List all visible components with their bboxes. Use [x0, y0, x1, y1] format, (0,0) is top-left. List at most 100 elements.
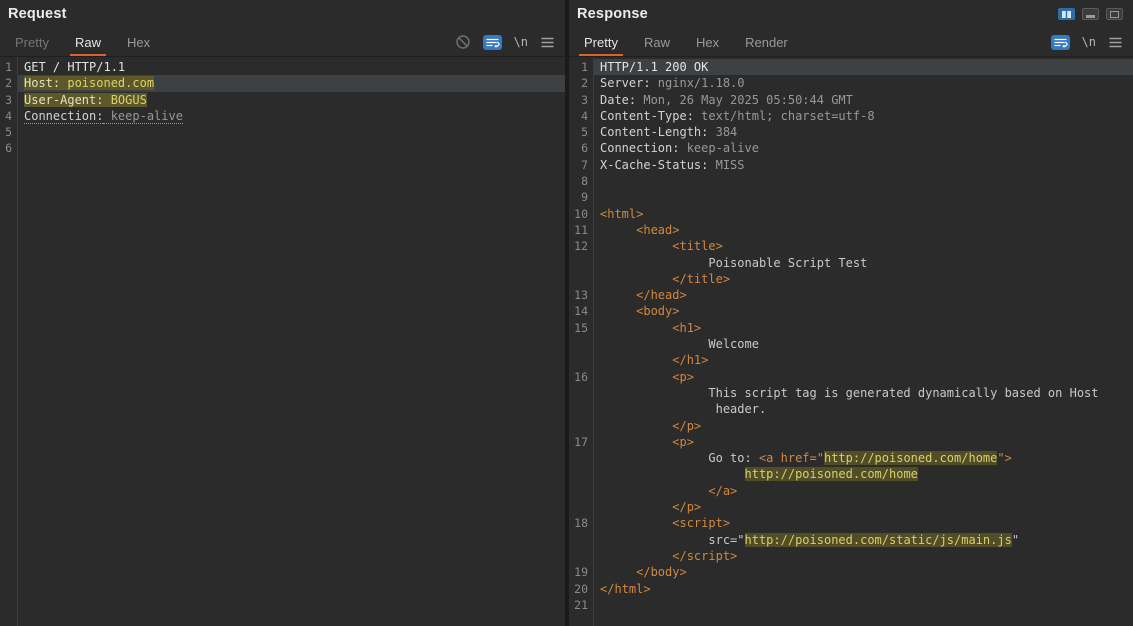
code-line[interactable] — [594, 597, 1133, 613]
code-line[interactable]: </script> — [594, 548, 1133, 564]
code-line[interactable] — [594, 189, 1133, 205]
code-segment: <script> — [600, 516, 730, 530]
code-line[interactable]: Connection: keep-alive — [18, 108, 565, 124]
code-line[interactable]: User-Agent: BOGUS — [18, 92, 565, 108]
line-number — [569, 385, 593, 401]
line-number — [569, 418, 593, 434]
code-segment: Mon, 26 May 2025 05:50:44 GMT — [636, 93, 853, 107]
single-panel-icon[interactable] — [1106, 8, 1123, 20]
tab-pretty[interactable]: Pretty — [571, 28, 631, 56]
response-toolbar: \n — [1051, 28, 1133, 56]
code-segment: </a> — [708, 484, 737, 498]
http-message-viewer: Request PrettyRawHex — [0, 0, 1133, 626]
line-number: 21 — [569, 597, 593, 613]
code-segment: keep-alive — [103, 109, 182, 124]
code-line[interactable] — [18, 124, 565, 140]
line-number: 10 — [569, 206, 593, 222]
newline-icon[interactable]: \n — [1082, 35, 1096, 49]
line-number: 1 — [0, 59, 17, 75]
code-line[interactable]: Welcome — [594, 336, 1133, 352]
code-line[interactable]: Poisonable Script Test — [594, 255, 1133, 271]
code-line[interactable]: <head> — [594, 222, 1133, 238]
code-segment: http://poisoned.com/home — [824, 451, 997, 465]
code-line[interactable]: </body> — [594, 564, 1133, 580]
request-code-area[interactable]: GET / HTTP/1.1Host: poisoned.comUser-Age… — [18, 57, 565, 626]
code-segment: http://poisoned.com/home — [745, 467, 918, 481]
response-tabbar: PrettyRawHexRender \n — [569, 28, 1133, 57]
line-number: 16 — [569, 369, 593, 385]
code-segment: <title> — [600, 239, 723, 253]
code-line[interactable]: X-Cache-Status: MISS — [594, 157, 1133, 173]
code-segment: Host: — [24, 76, 67, 90]
code-line[interactable]: <script> — [594, 515, 1133, 531]
code-line[interactable]: GET / HTTP/1.1 — [18, 59, 565, 75]
line-number — [569, 499, 593, 515]
columns-layout-icon[interactable] — [1058, 8, 1075, 20]
menu-icon[interactable] — [540, 36, 555, 49]
line-number: 5 — [0, 124, 17, 140]
code-segment: Go to: — [600, 451, 759, 465]
code-line[interactable]: Go to: <a href="http://poisoned.com/home… — [594, 450, 1133, 466]
code-line[interactable]: </p> — [594, 418, 1133, 434]
code-line[interactable] — [594, 173, 1133, 189]
line-number: 9 — [569, 189, 593, 205]
code-line[interactable]: <title> — [594, 238, 1133, 254]
code-segment: </head> — [600, 288, 687, 302]
code-line[interactable]: Server: nginx/1.18.0 — [594, 75, 1133, 91]
tab-raw[interactable]: Raw — [631, 28, 683, 56]
newline-icon[interactable]: \n — [514, 35, 528, 49]
response-panel-header: Response — [569, 0, 1133, 28]
code-segment — [600, 500, 672, 514]
code-line[interactable]: </html> — [594, 581, 1133, 597]
code-line[interactable]: Date: Mon, 26 May 2025 05:50:44 GMT — [594, 92, 1133, 108]
line-number — [569, 336, 593, 352]
soft-wrap-icon[interactable] — [483, 35, 502, 50]
code-line[interactable]: This script tag is generated dynamically… — [594, 385, 1133, 401]
code-line[interactable]: Host: poisoned.com — [18, 75, 565, 91]
code-segment: Connection: — [24, 109, 103, 124]
line-number — [569, 255, 593, 271]
request-editor[interactable]: 123456 GET / HTTP/1.1Host: poisoned.comU… — [0, 57, 565, 626]
tab-pretty[interactable]: Pretty — [2, 28, 62, 56]
code-line[interactable]: Content-Type: text/html; charset=utf-8 — [594, 108, 1133, 124]
soft-wrap-icon[interactable] — [1051, 35, 1070, 50]
code-segment: 384 — [708, 125, 737, 139]
code-line[interactable] — [18, 140, 565, 156]
request-panel: Request PrettyRawHex — [0, 0, 565, 626]
line-number: 5 — [569, 124, 593, 140]
response-code-area[interactable]: HTTP/1.1 200 OKServer: nginx/1.18.0Date:… — [594, 57, 1133, 626]
code-line[interactable]: <h1> — [594, 320, 1133, 336]
tab-hex[interactable]: Hex — [114, 28, 163, 56]
code-line[interactable]: header. — [594, 401, 1133, 417]
code-segment: Date: — [600, 93, 636, 107]
code-line[interactable]: src="http://poisoned.com/static/js/main.… — [594, 532, 1133, 548]
code-segment: X-Cache-Status: — [600, 158, 708, 172]
menu-icon[interactable] — [1108, 36, 1123, 49]
code-line[interactable]: <p> — [594, 434, 1133, 450]
code-line[interactable]: HTTP/1.1 200 OK — [594, 59, 1133, 75]
code-segment: <p> — [600, 370, 694, 384]
intercept-off-icon[interactable] — [455, 34, 471, 50]
tab-raw[interactable]: Raw — [62, 28, 114, 56]
code-line[interactable]: <p> — [594, 369, 1133, 385]
tab-hex[interactable]: Hex — [683, 28, 732, 56]
code-line[interactable]: </a> — [594, 483, 1133, 499]
code-line[interactable]: </head> — [594, 287, 1133, 303]
code-line[interactable]: </h1> — [594, 352, 1133, 368]
code-line[interactable]: <html> — [594, 206, 1133, 222]
line-number: 2 — [569, 75, 593, 91]
line-number: 8 — [569, 173, 593, 189]
code-line[interactable]: http://poisoned.com/home — [594, 466, 1133, 482]
code-line[interactable]: </p> — [594, 499, 1133, 515]
code-line[interactable]: <body> — [594, 303, 1133, 319]
code-line[interactable]: Connection: keep-alive — [594, 140, 1133, 156]
line-number: 2 — [0, 75, 17, 91]
response-editor[interactable]: 123456789101112 131415 16 17 18 192021 H… — [569, 57, 1133, 626]
response-panel: Response Pr — [569, 0, 1133, 626]
rows-layout-icon[interactable] — [1082, 8, 1099, 20]
tab-render[interactable]: Render — [732, 28, 801, 56]
line-number — [569, 548, 593, 564]
code-line[interactable]: </title> — [594, 271, 1133, 287]
code-segment: </body> — [600, 565, 687, 579]
code-line[interactable]: Content-Length: 384 — [594, 124, 1133, 140]
